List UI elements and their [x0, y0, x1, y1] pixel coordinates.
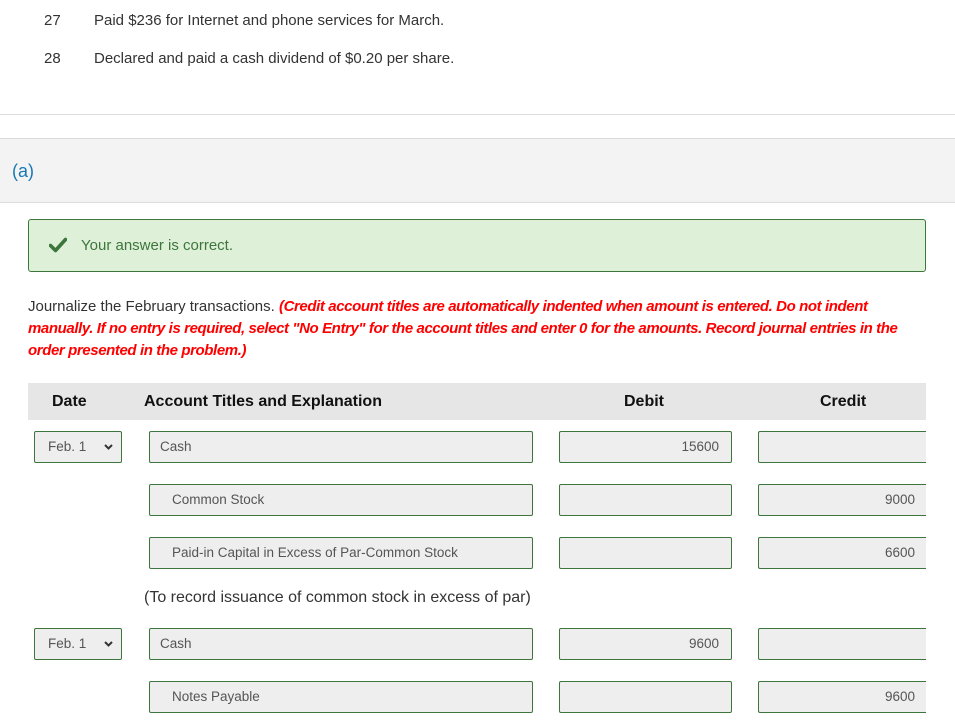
feedback-correct-banner: Your answer is correct. [28, 219, 926, 272]
transaction-day: 28 [44, 50, 61, 67]
credit-input[interactable] [758, 431, 926, 463]
header-date: Date [52, 393, 87, 410]
chevron-down-icon [104, 641, 113, 647]
credit-input[interactable]: 9000 [758, 484, 926, 516]
account-title-input[interactable]: Cash [149, 431, 533, 463]
journal-table-header: Date Account Titles and Explanation Debi… [28, 383, 926, 420]
entry-explanation: (To record issuance of common stock in e… [144, 589, 531, 606]
credit-input[interactable]: 6600 [758, 537, 926, 569]
account-title-input[interactable]: Common Stock [149, 484, 533, 516]
header-debit: Debit [624, 393, 664, 410]
date-select-value: Feb. 1 [48, 439, 87, 454]
date-select[interactable]: Feb. 1 [34, 431, 122, 463]
account-title-input[interactable]: Paid-in Capital in Excess of Par-Common … [149, 537, 533, 569]
debit-input[interactable] [559, 681, 732, 713]
part-header: (a) [0, 138, 955, 203]
credit-input[interactable]: 9600 [758, 681, 926, 713]
transaction-day: 27 [44, 12, 61, 29]
debit-input[interactable] [559, 537, 732, 569]
check-icon [49, 237, 67, 253]
account-title-input[interactable]: Cash [149, 628, 533, 660]
date-select-value: Feb. 1 [48, 636, 87, 651]
transaction-text: Paid $236 for Internet and phone service… [94, 12, 445, 29]
debit-input[interactable]: 15600 [559, 431, 732, 463]
debit-input[interactable]: 9600 [559, 628, 732, 660]
credit-column: 9000 6600 9600 [0, 0, 926, 728]
date-select[interactable]: Feb. 1 [34, 628, 122, 660]
header-account: Account Titles and Explanation [144, 393, 382, 410]
instructions: Journalize the February transactions. (C… [28, 296, 928, 362]
feedback-text: Your answer is correct. [81, 237, 234, 254]
debit-input[interactable] [559, 484, 732, 516]
transaction-text: Declared and paid a cash dividend of $0.… [94, 50, 455, 67]
chevron-down-icon [104, 444, 113, 450]
part-label: (a) [12, 161, 34, 181]
header-credit: Credit [820, 393, 867, 410]
instructions-lead: Journalize the February transactions. [28, 298, 279, 315]
credit-input[interactable] [758, 628, 926, 660]
divider [0, 114, 955, 115]
account-title-input[interactable]: Notes Payable [149, 681, 533, 713]
